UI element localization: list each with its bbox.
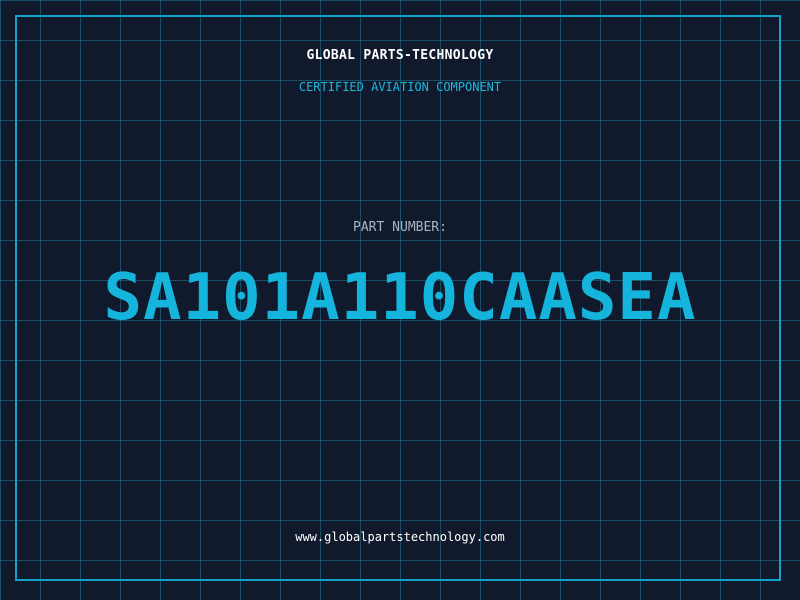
part-number-value: SA101A110CAASEA <box>103 261 697 335</box>
website-url: www.globalpartstechnology.com <box>295 530 505 544</box>
certification-tagline: CERTIFIED AVIATION COMPONENT <box>298 80 502 94</box>
company-name: GLOBAL PARTS-TECHNOLOGY <box>306 48 494 63</box>
part-number-label: PART NUMBER: <box>353 220 447 235</box>
